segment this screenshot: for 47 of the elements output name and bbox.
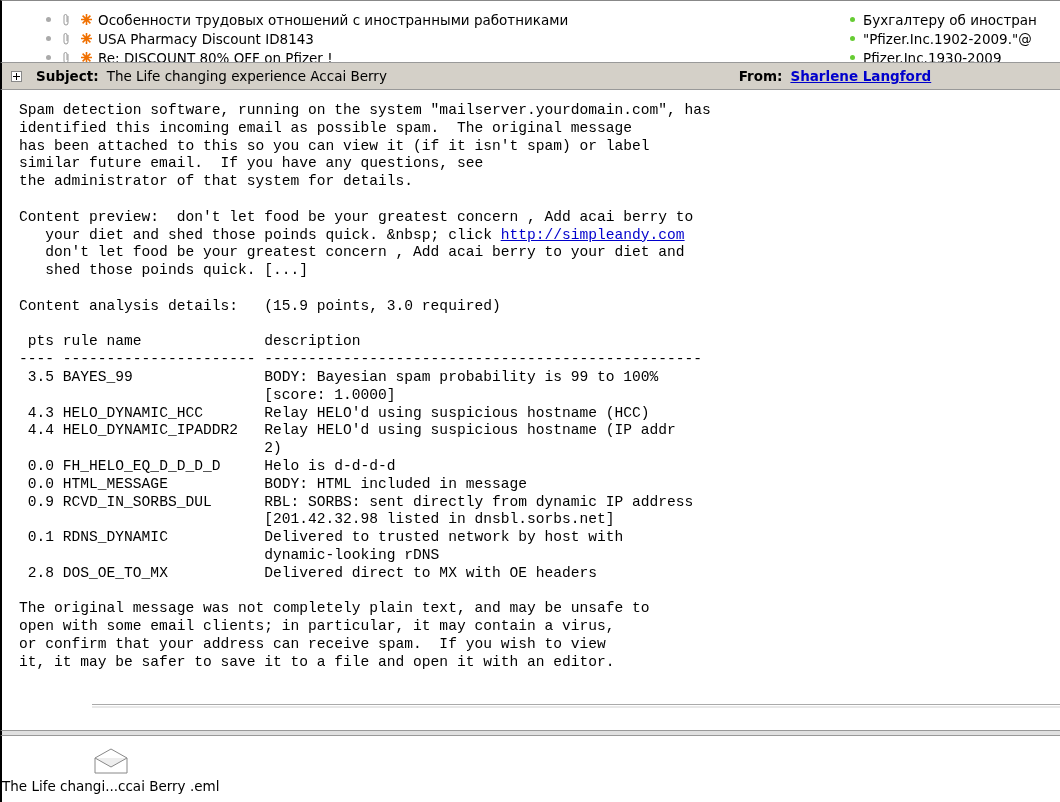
rule-name-cell-text: BAYES_99 — [62, 368, 134, 387]
points-cell-text: 0.9 — [26, 493, 56, 512]
rule-name-cell-text: RCVD_IN_SORBS_DUL — [62, 493, 213, 512]
column-header: rule name — [62, 333, 143, 352]
message-subject: Re: DISCOUNT 80% OFF on Pfizer ! — [98, 49, 334, 62]
description-cell-text: Helo is d-d-d-d — [264, 457, 397, 476]
intro-text: Spam detection software, running on the system "mailserver.yourdomain.com", has identified this incoming email as possible spam. The original message has been attached to this so you can view it (if it isn't spam) or label similar future email. If you have any questions, see the administrator of that system for details. — [19, 102, 712, 191]
points-cell-text: 3.5 — [26, 368, 56, 387]
rule-name-cell-text: HELO_DYNAMIC_IPADDR2 — [62, 422, 239, 441]
message-row[interactable]: Особенности трудовых отношений с иностранными работниками Бухгалтеру об иностран — [2, 10, 1060, 29]
points-cell-text: 4.4 — [26, 422, 56, 441]
points-cell-text: 2.8 — [26, 564, 56, 583]
message-row[interactable]: USA Pharmacy Discount ID8143 "Pfizer.Inc.1902-2009."@ — [2, 29, 1060, 48]
content-preview: Content preview: don't let food be your greatest concern , Add acai berry to your diet and shed those poinds quick. &nbsp; click http://simpleandy.com don't let food be your greatest concern , Add acai berry to your diet and shed those poinds quick. [...] — [19, 208, 695, 280]
description-cell-text: BODY: HTML included in message — [264, 475, 528, 494]
attachment-name: The Life changi...ccai Berry .eml — [2, 778, 220, 794]
points-cell-text: 0.0 — [26, 475, 56, 494]
points-cell-text: 0.0 — [26, 457, 56, 476]
description-cell-text: RBL: SORBS: sent directly from dynamic IP address [201.42.32.98 listed in dnsbl.sorbs.net] — [264, 493, 695, 530]
rule-name-cell-text: RDNS_DYNAMIC — [62, 529, 169, 548]
description-cell-text: Delivered to trusted network by host with dynamic-looking rDNS — [264, 529, 625, 565]
column-header: description — [264, 333, 362, 352]
sender-link[interactable]: Sharlene Langford — [790, 68, 932, 84]
attachment-item[interactable]: The Life changi...ccai Berry .eml — [2, 748, 220, 794]
separator-line: ---- ---------------------- -------------------------------------------------- — [19, 351, 704, 369]
message-sender: "Pfizer.Inc.1902-2009."@ — [863, 30, 1032, 47]
column-header: pts — [26, 333, 56, 352]
rule-name-cell-text: FH_HELO_EQ_D_D_D_D — [62, 457, 222, 476]
description-cell-text: Relay HELO'd using suspicious hostname (HCC) — [264, 404, 651, 423]
description-cell-text: Delivered direct to MX with OE headers — [264, 564, 598, 583]
subject-value: The Life changing experience Accai Berry — [106, 68, 388, 84]
analysis-text: Content analysis details: (15.9 points, 3.0 required) — [19, 297, 502, 316]
url-link[interactable]: http://simpleandy.com — [500, 226, 685, 243]
points-cell-text: 0.1 — [26, 529, 56, 548]
rule-name-cell-text: HELO_DYNAMIC_HCC — [62, 404, 204, 423]
from-label: From: — [738, 68, 783, 84]
subject-label: Subject: — [36, 68, 99, 84]
points-cell-text: 4.3 — [26, 404, 56, 423]
description-cell-text: Relay HELO'd using suspicious hostname (IP addr 2) — [264, 422, 677, 458]
message-subject: USA Pharmacy Discount ID8143 — [98, 30, 315, 47]
rule-name-cell-text: HTML_MESSAGE — [62, 475, 169, 494]
message-subject: Особенности трудовых отношений с иностранными работниками — [98, 11, 570, 28]
description-cell-text: BODY: Bayesian spam probability is 99 to 100% [score: 1.0000] — [264, 368, 660, 405]
message-sender: Бухгалтеру об иностран — [863, 11, 1037, 28]
rule-name-cell-text: DOS_OE_TO_MX — [62, 564, 169, 583]
message-sender: Pfizer.Inc.1930-2009 — [863, 49, 1002, 62]
outro-text: The original message was not completely plain text, and may be unsafe to open with some email clients; in particular, it may contain a virus, or confirm that your address can receive spam. If you wish to view it, it may be safer to save it to a file and open it with an editor. — [19, 600, 651, 672]
